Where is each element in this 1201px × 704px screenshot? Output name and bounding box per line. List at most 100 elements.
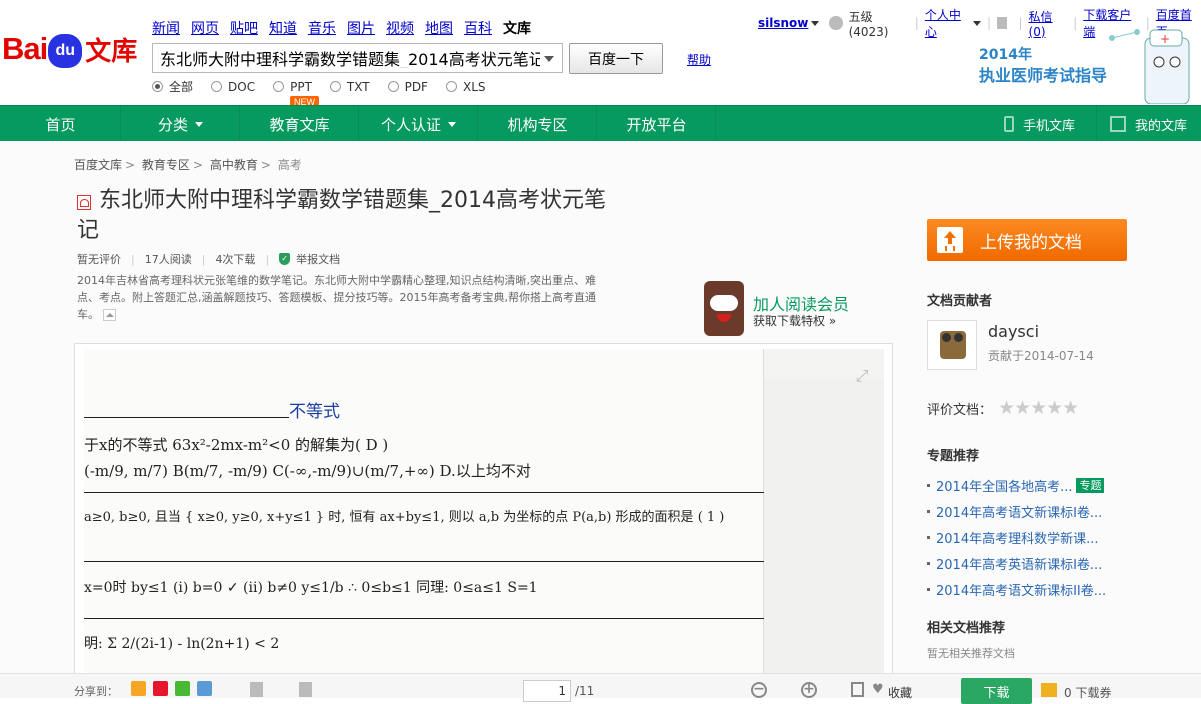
- help-link[interactable]: 帮助: [687, 51, 711, 68]
- topic-link[interactable]: 2014年全国各地高考...: [936, 476, 1072, 495]
- more-share-icon[interactable]: [197, 681, 212, 696]
- topic-link[interactable]: 2014年高考语文新课标I卷...: [936, 502, 1102, 521]
- filter-xls[interactable]: XLS: [445, 78, 486, 95]
- topic-link[interactable]: 2014年高考理科数学新课...: [936, 528, 1098, 547]
- contributor-name[interactable]: daysci: [988, 322, 1039, 341]
- download-coupon-count: 0 下载券: [1064, 686, 1112, 700]
- notebook-page: 不等式 于x的不等式 63x²-2mx-m²<0 的解集为( D ) (-m/9…: [84, 349, 764, 694]
- related-empty-text: 暂无相关推荐文档: [927, 647, 1015, 660]
- fullscreen-icon[interactable]: [851, 682, 864, 697]
- page-title: 东北师大附中理科学霸数学错题集_2014高考状元笔记: [77, 186, 617, 246]
- breadcrumb-edu[interactable]: 教育专区: [142, 158, 190, 172]
- ad-title: 执业医师考试指导: [979, 66, 1108, 85]
- nav-music[interactable]: 音乐: [308, 18, 336, 38]
- filter-doc[interactable]: DOC: [211, 78, 255, 95]
- nav-mobile[interactable]: 手机文库: [1004, 106, 1075, 142]
- breadcrumb-highschool[interactable]: 高中教育: [210, 158, 258, 172]
- nav-baike[interactable]: 百科: [464, 18, 492, 38]
- page-number-input[interactable]: 1: [523, 680, 571, 702]
- filter-all[interactable]: 全部: [152, 78, 193, 95]
- radio-icon[interactable]: [329, 81, 341, 92]
- download-button[interactable]: 下载: [961, 678, 1032, 704]
- nav-wenku-current: 文库: [503, 21, 531, 37]
- filter-pdf-label: PDF: [404, 79, 428, 94]
- weibo-share-icon[interactable]: [153, 681, 168, 696]
- upload-doc-button[interactable]: 上传我的文档: [927, 219, 1127, 261]
- nav-edu[interactable]: 教育文库: [240, 106, 359, 142]
- upload-icon: [937, 227, 963, 253]
- nav-cert-label: 个人认证: [380, 115, 441, 134]
- nav-home[interactable]: 首页: [1, 106, 120, 142]
- user-menu-caret-icon[interactable]: [811, 20, 820, 26]
- username-link[interactable]: silsnow: [758, 16, 808, 30]
- bullet-icon: [927, 587, 930, 591]
- nav-cert[interactable]: 个人认证: [359, 106, 478, 142]
- nav-zhidao[interactable]: 知道: [269, 18, 297, 38]
- zoom-out-icon[interactable]: −: [751, 682, 767, 698]
- nav-map[interactable]: 地图: [425, 18, 453, 38]
- nav-web[interactable]: 网页: [191, 18, 219, 38]
- radio-icon[interactable]: [445, 81, 457, 92]
- radio-icon[interactable]: [211, 81, 223, 92]
- avatar[interactable]: [927, 320, 977, 370]
- bullet-icon: [927, 483, 930, 487]
- topic-badge: 专题: [1076, 477, 1105, 493]
- logo-paw-icon: du: [48, 34, 83, 68]
- list-item[interactable]: 2014年高考英语新课标I卷...: [927, 550, 1137, 576]
- filter-txt[interactable]: TXT: [329, 78, 370, 95]
- nav-open[interactable]: 开放平台: [597, 106, 716, 142]
- nav-tieba[interactable]: 贴吧: [230, 18, 258, 38]
- breadcrumb-sep: >: [260, 158, 271, 172]
- bookmark-icon[interactable]: [250, 682, 263, 697]
- breadcrumb-wenku[interactable]: 百度文库: [74, 158, 122, 172]
- topic-link[interactable]: 2014年高考语文新课标II卷...: [936, 580, 1106, 599]
- divider: |: [201, 252, 206, 266]
- nav-org[interactable]: 机构专区: [478, 106, 597, 142]
- wechat-share-icon[interactable]: [175, 681, 190, 696]
- search-input[interactable]: [160, 48, 540, 68]
- list-item[interactable]: 2014年高考理科数学新课...: [927, 524, 1137, 550]
- share-label: 分享到：: [74, 685, 118, 698]
- list-item[interactable]: 2014年高考语文新课标II卷...: [927, 576, 1137, 602]
- topic-link[interactable]: 2014年高考英语新课标I卷...: [936, 554, 1102, 573]
- vip-promo[interactable]: 加人阅读会员 获取下载特权 »: [700, 279, 900, 339]
- heart-icon[interactable]: ♥: [872, 682, 884, 697]
- baidu-wenku-logo[interactable]: Bai du 文库: [2, 26, 137, 72]
- radio-selected-icon[interactable]: [152, 81, 163, 92]
- nav-news[interactable]: 新闻: [152, 18, 180, 38]
- doc-description: 2014年吉林省高考理科状元张笔维的数学笔记。东北师大附中学霸精心整理,知识点结…: [77, 272, 597, 323]
- nav-mine[interactable]: 我的文库: [1110, 106, 1187, 142]
- main-nav-bar: 首页 分类 教育文库 个人认证 机构专区 开放平台 手机文库 我的文库: [0, 105, 1201, 142]
- list-item[interactable]: 2014年高考语文新课标I卷...: [927, 498, 1137, 524]
- collapse-up-icon[interactable]: [103, 309, 116, 321]
- svg-text:+: +: [1160, 32, 1170, 46]
- nav-images[interactable]: 图片: [347, 18, 375, 38]
- qzone-share-icon[interactable]: [131, 681, 146, 696]
- fullscreen-expand-icon[interactable]: ⤢: [853, 367, 871, 385]
- nav-category[interactable]: 分类: [121, 106, 240, 142]
- divider: |: [265, 252, 270, 266]
- nav-video[interactable]: 视频: [386, 18, 414, 38]
- list-item[interactable]: 2014年全国各地高考... 专题: [927, 472, 1137, 498]
- ad-banner-doctor-exam[interactable]: + 2014年 执业医师考试指导: [962, 24, 1201, 105]
- contribute-date: 贡献于2014-07-14: [988, 349, 1094, 363]
- notes-icon[interactable]: [299, 682, 312, 697]
- document-viewer[interactable]: 不等式 于x的不等式 63x²-2mx-m²<0 的解集为( D ) (-m/9…: [74, 343, 893, 698]
- topics-list: 2014年全国各地高考... 专题 2014年高考语文新课标I卷... 2014年…: [927, 472, 1137, 602]
- filter-pdf[interactable]: PDF: [387, 78, 428, 95]
- favorite-button[interactable]: 收藏: [888, 684, 912, 701]
- rate-doc: 评价文档： ★★★★★: [927, 397, 1079, 419]
- search-button[interactable]: 百度一下: [569, 43, 663, 74]
- zoom-in-icon[interactable]: +: [801, 682, 817, 698]
- search-box[interactable]: [152, 43, 563, 73]
- nav-open-label: 开放平台: [626, 115, 687, 134]
- reader-toolbar: 分享到： 1 /11 − + ♥ 收藏 下载 0 下载券: [0, 673, 1201, 704]
- ruled-line: [84, 618, 764, 619]
- filter-ppt[interactable]: PPT: [273, 78, 312, 95]
- radio-icon[interactable]: [273, 81, 285, 92]
- star-rating-icon[interactable]: ★★★★★: [998, 397, 1079, 419]
- radio-icon[interactable]: [387, 81, 399, 92]
- search-suggest-dropdown-icon[interactable]: [544, 56, 554, 62]
- report-link[interactable]: 举报文档: [296, 251, 340, 267]
- nav-mine-label: 我的文库: [1135, 118, 1188, 134]
